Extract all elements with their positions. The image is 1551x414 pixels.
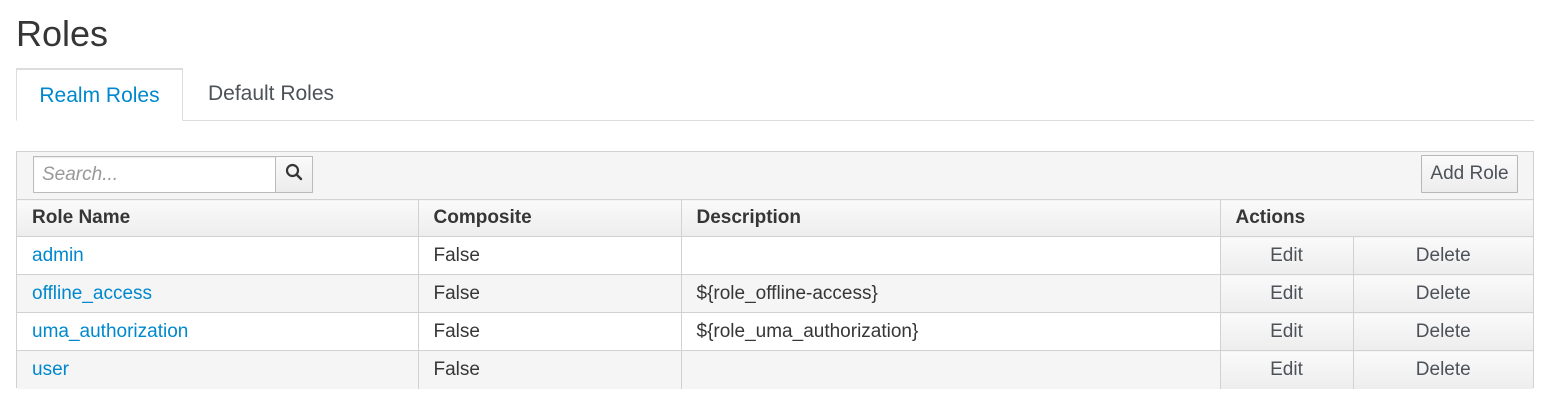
column-header-actions: Actions [1220,199,1533,237]
tab-default-roles[interactable]: Default Roles [183,68,359,120]
edit-button[interactable]: Edit [1220,312,1354,351]
tab-realm-roles[interactable]: Realm Roles [16,68,183,121]
role-composite: False [418,274,682,313]
search-button[interactable] [275,156,313,193]
edit-button[interactable]: Edit [1220,236,1354,275]
role-description: ${role_uma_authorization} [681,312,1221,351]
delete-button[interactable]: Delete [1353,236,1533,275]
search-icon [285,163,303,186]
page-title: Roles [16,13,109,54]
table-row: user False Edit Delete [17,350,1533,389]
table-row: admin False Edit Delete [17,236,1533,275]
delete-button[interactable]: Delete [1353,312,1533,351]
roles-table-card: Add Role Role Name Composite Description… [16,151,1534,389]
roles-page: Roles Realm Roles Default Roles Add Role [0,0,1551,414]
search-field [33,156,311,193]
column-header-description[interactable]: Description [681,199,1221,237]
role-composite: False [418,236,682,275]
edit-button[interactable]: Edit [1220,350,1354,389]
role-description [681,236,1221,275]
table-toolbar: Add Role [17,152,1533,199]
table-row: offline_access False ${role_offline-acce… [17,274,1533,313]
search-input[interactable] [42,163,274,186]
role-name-link[interactable]: admin [17,236,419,275]
column-header-composite[interactable]: Composite [418,199,682,237]
role-name-link[interactable]: uma_authorization [17,312,419,351]
roles-table: Role Name Composite Description Actions … [17,199,1533,389]
role-description [681,350,1221,389]
role-composite: False [418,312,682,351]
delete-button[interactable]: Delete [1353,274,1533,313]
role-name-link[interactable]: user [17,350,419,389]
edit-button[interactable]: Edit [1220,274,1354,313]
add-role-button[interactable]: Add Role [1421,155,1518,193]
role-tabs: Realm Roles Default Roles [16,68,1534,121]
column-header-role-name[interactable]: Role Name [17,199,419,237]
table-row: uma_authorization False ${role_uma_autho… [17,312,1533,351]
role-composite: False [418,350,682,389]
table-header-row: Role Name Composite Description Actions [17,199,1533,237]
role-description: ${role_offline-access} [681,274,1221,313]
delete-button[interactable]: Delete [1353,350,1533,389]
role-name-link[interactable]: offline_access [17,274,419,313]
